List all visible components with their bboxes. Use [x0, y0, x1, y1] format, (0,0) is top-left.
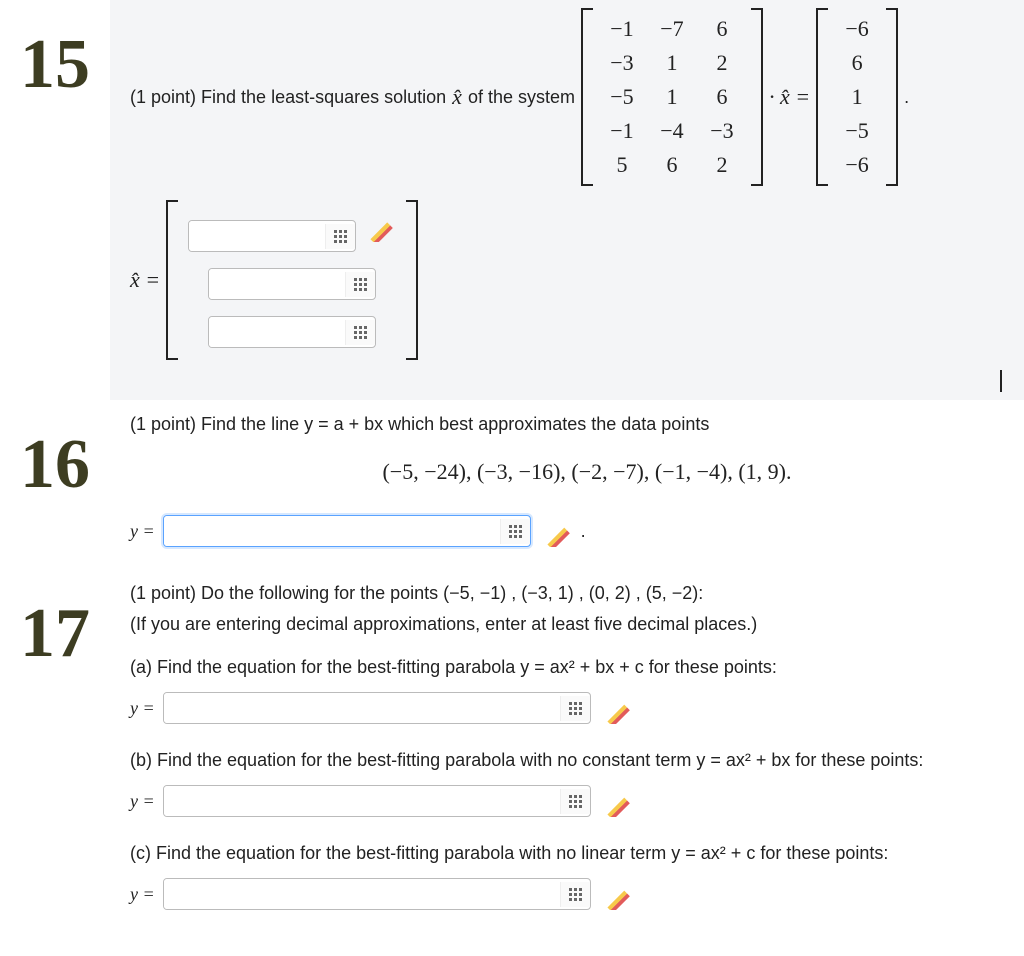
matrix-cell: −4: [647, 114, 697, 148]
dot-xhat-eq: · x̂ =: [769, 84, 810, 110]
text-cursor-area: [110, 370, 1014, 392]
p17c-answer-input[interactable]: [164, 879, 560, 909]
p17b-question: (b) Find the equation for the best-fitti…: [110, 738, 1014, 775]
p17c-question: (c) Find the equation for the best-fitti…: [110, 831, 1014, 868]
problem-17-row: 17 (1 point) Do the following for the po…: [0, 569, 1024, 932]
trailing-period: .: [904, 87, 909, 108]
keypad-icon[interactable]: [560, 789, 590, 814]
handwritten-number-col: 17: [0, 569, 110, 669]
answer-matrix: [166, 200, 418, 360]
problem-16-content: (1 point) Find the line y = a + bx which…: [110, 400, 1024, 569]
answer-input-row3[interactable]: [209, 317, 345, 347]
p17b-answer-wrap: [163, 785, 591, 817]
answer-label: x̂ =: [130, 267, 160, 293]
p16-prompt-text: (1 point) Find the line y = a + bx which…: [130, 414, 709, 434]
bracket-right: [888, 8, 898, 186]
answer-input-row1[interactable]: [189, 221, 325, 251]
p17b-answer-label: y =: [130, 791, 155, 812]
p17a-answer-wrap: [163, 692, 591, 724]
handwritten-number-15: 15: [20, 0, 90, 100]
vector-b: −6 6 1 −5 −6: [816, 8, 898, 186]
matrix-cell: 1: [647, 80, 697, 114]
p17-prompt2: (If you are entering decimal approximati…: [110, 608, 1014, 639]
matrix-A: −1−76 −312 −516 −1−4−3 562: [581, 8, 763, 186]
bracket-right: [753, 8, 763, 186]
p17a-answer-row: y =: [110, 682, 1014, 738]
matrix-cell: −3: [697, 114, 747, 148]
p15-prompt-mid: of the system: [468, 87, 575, 108]
matrix-cell: −3: [597, 46, 647, 80]
vector-b-table: −6 6 1 −5 −6: [832, 12, 882, 182]
matrix-cell: 2: [697, 46, 747, 80]
problem-16-row: 16 (1 point) Find the line y = a + bx wh…: [0, 400, 1024, 569]
matrix-cell: 1: [647, 46, 697, 80]
xhat-symbol: x̂: [452, 84, 462, 110]
bracket-left: [166, 200, 176, 360]
matrix-cell: −5: [597, 80, 647, 114]
matrix-cell: 5: [597, 148, 647, 182]
p17a-answer-input[interactable]: [164, 693, 560, 723]
p15-answer-area: x̂ =: [110, 186, 1014, 370]
p17b-answer-input[interactable]: [164, 786, 560, 816]
p17c-answer-label: y =: [130, 884, 155, 905]
matrix-cell: 6: [832, 46, 882, 80]
handwritten-number-17: 17: [20, 569, 90, 669]
keypad-icon[interactable]: [560, 882, 590, 907]
p16-answer-label: y =: [130, 521, 155, 542]
pencil-icon[interactable]: [605, 789, 633, 817]
text-cursor: [1000, 370, 1002, 392]
keypad-icon[interactable]: [345, 272, 375, 297]
matrix-cell: −7: [647, 12, 697, 46]
p15-prompt-prefix: (1 point) Find the least-squares solutio…: [130, 87, 446, 108]
matrix-A-table: −1−76 −312 −516 −1−4−3 562: [597, 12, 747, 182]
p16-data-points: (−5, −24), (−3, −16), (−2, −7), (−1, −4)…: [110, 439, 1014, 505]
keypad-icon[interactable]: [325, 224, 355, 249]
answer-matrix-table: [182, 204, 402, 356]
problem-15-content: (1 point) Find the least-squares solutio…: [110, 0, 1024, 400]
matrix-cell: 2: [697, 148, 747, 182]
problem-17-content: (1 point) Do the following for the point…: [110, 569, 1024, 932]
p16-answer-wrap: [163, 515, 531, 547]
keypad-icon[interactable]: [560, 696, 590, 721]
keypad-icon[interactable]: [500, 519, 530, 544]
p17b-answer-row: y =: [110, 775, 1014, 831]
matrix-cell: 6: [647, 148, 697, 182]
p16-trailing: .: [581, 521, 586, 542]
p17-prompt1: (1 point) Do the following for the point…: [110, 577, 1014, 608]
p16-prompt: (1 point) Find the line y = a + bx which…: [110, 408, 1014, 439]
matrix-cell: −5: [832, 114, 882, 148]
matrix-cell: 6: [697, 80, 747, 114]
p15-prompt-line: (1 point) Find the least-squares solutio…: [110, 8, 1014, 186]
matrix-cell: 6: [697, 12, 747, 46]
matrix-cell: −1: [597, 12, 647, 46]
pencil-icon[interactable]: [605, 696, 633, 724]
p17c-answer-wrap: [163, 878, 591, 910]
p16-answer-input[interactable]: [164, 516, 500, 546]
bracket-left: [816, 8, 826, 186]
bracket-left: [581, 8, 591, 186]
p17a-question: (a) Find the equation for the best-fitti…: [110, 639, 1014, 682]
keypad-icon[interactable]: [345, 320, 375, 345]
matrix-cell: −1: [597, 114, 647, 148]
p17a-answer-label: y =: [130, 698, 155, 719]
p16-answer-row: y = .: [110, 505, 1014, 561]
pencil-icon[interactable]: [605, 882, 633, 910]
problem-15-row: 15 (1 point) Find the least-squares solu…: [0, 0, 1024, 400]
answer-input-row1-wrap: [188, 220, 356, 252]
pencil-icon[interactable]: [545, 519, 573, 547]
matrix-cell: −6: [832, 12, 882, 46]
answer-input-row3-wrap: [208, 316, 376, 348]
p17c-answer-row: y =: [110, 868, 1014, 924]
answer-input-row2-wrap: [208, 268, 376, 300]
handwritten-number-col: 16: [0, 400, 110, 500]
handwritten-number-col: 15: [0, 0, 110, 100]
matrix-cell: 1: [832, 80, 882, 114]
matrix-cell: −6: [832, 148, 882, 182]
answer-input-row2[interactable]: [209, 269, 345, 299]
handwritten-number-16: 16: [20, 400, 90, 500]
bracket-right: [408, 200, 418, 360]
pencil-icon[interactable]: [368, 214, 396, 242]
